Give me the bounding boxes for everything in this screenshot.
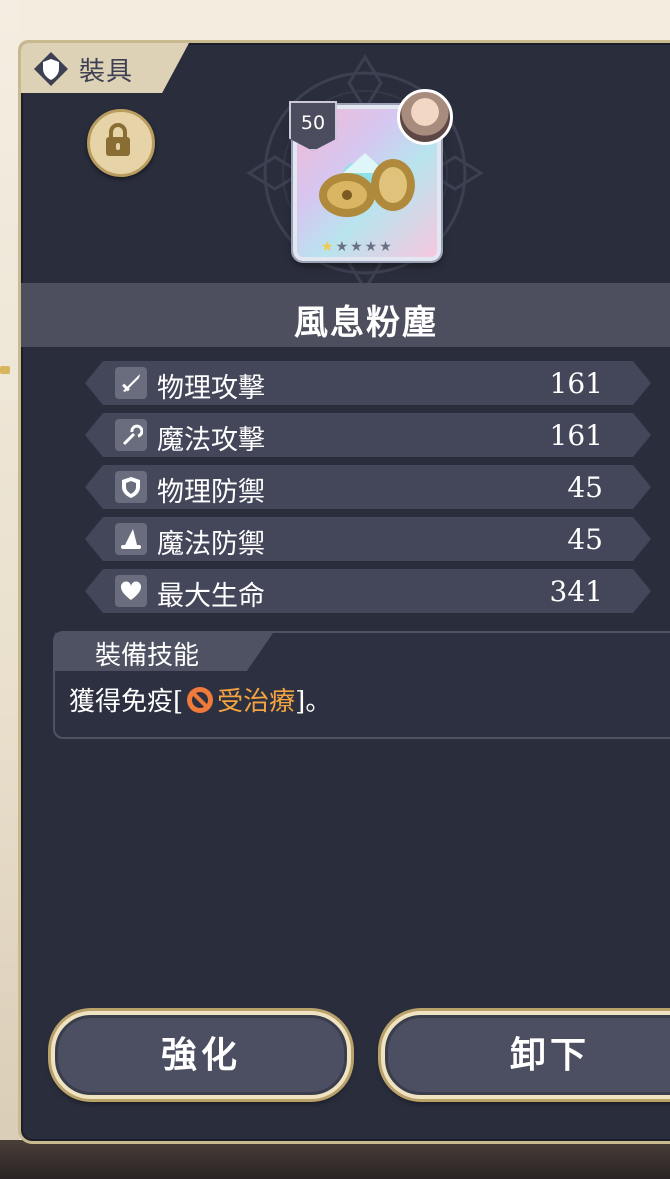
stat-value: 45 [567,523,603,556]
stat-value: 341 [549,575,603,608]
item-level-badge: 50 [289,101,337,151]
item-card[interactable]: 50 ★★★★★ [289,89,453,261]
background-marker [0,366,10,374]
stat-row-max-hp: 最大生命 341 [85,569,651,613]
lock-button[interactable] [87,109,155,177]
stat-row-magic-defense: 魔法防禦 45 [85,517,651,561]
skill-desc-suffix: ]。 [295,687,332,717]
equipment-tab-label: 裝具 [79,57,134,87]
stat-value: 161 [549,419,603,452]
equipment-tab[interactable]: 裝具 [21,43,189,93]
prohibited-icon [187,687,214,713]
heart-icon [115,575,147,607]
shield-icon [115,471,147,503]
stat-row-physical-attack: 物理攻擊 161 [85,361,651,405]
skill-desc-prefix: 獲得免疫[ [69,687,184,717]
item-artwork [319,153,415,217]
stat-label: 最大生命 [157,581,265,612]
stat-row-magic-attack: 魔法攻擊 161 [85,413,651,457]
skill-title: 裝備技能 [95,641,200,671]
wizard-hat-icon [115,523,147,555]
shield-emblem-icon [34,52,68,86]
stat-value: 161 [549,367,603,400]
lock-icon [106,123,130,156]
stat-label: 物理防禦 [157,477,265,508]
stat-label: 魔法防禦 [157,529,265,560]
skill-description: 獲得免疫[ 受治療]。 [69,681,331,718]
background-character-strip [0,1140,670,1179]
character-avatar [397,89,453,145]
star-empty-icon: ★★★★ [335,239,394,255]
enhance-button[interactable]: 強化 [51,1011,351,1099]
star-filled-icon: ★ [321,239,336,255]
item-star-rating: ★★★★★ [321,239,394,255]
stat-row-physical-defense: 物理防禦 45 [85,465,651,509]
stat-label: 魔法攻擊 [157,425,265,456]
item-name: 風息粉塵 [294,303,438,343]
unequip-button[interactable]: 卸下 [381,1011,670,1099]
skill-effect-link[interactable]: 受治療 [217,687,295,717]
stat-value: 45 [567,471,603,504]
staff-icon [115,419,147,451]
sword-icon [115,367,147,399]
equipment-panel: 裝具 50 ★★★★★ 風息粉塵 物理攻擊 161 魔法攻擊 161 物理防禦 … [18,40,670,1144]
background-decoration [0,360,20,480]
stat-label: 物理攻擊 [157,373,265,404]
equipment-skill-box: 裝備技能 獲得免疫[ 受治療]。 [53,631,670,739]
background-left-edge [0,0,20,1179]
